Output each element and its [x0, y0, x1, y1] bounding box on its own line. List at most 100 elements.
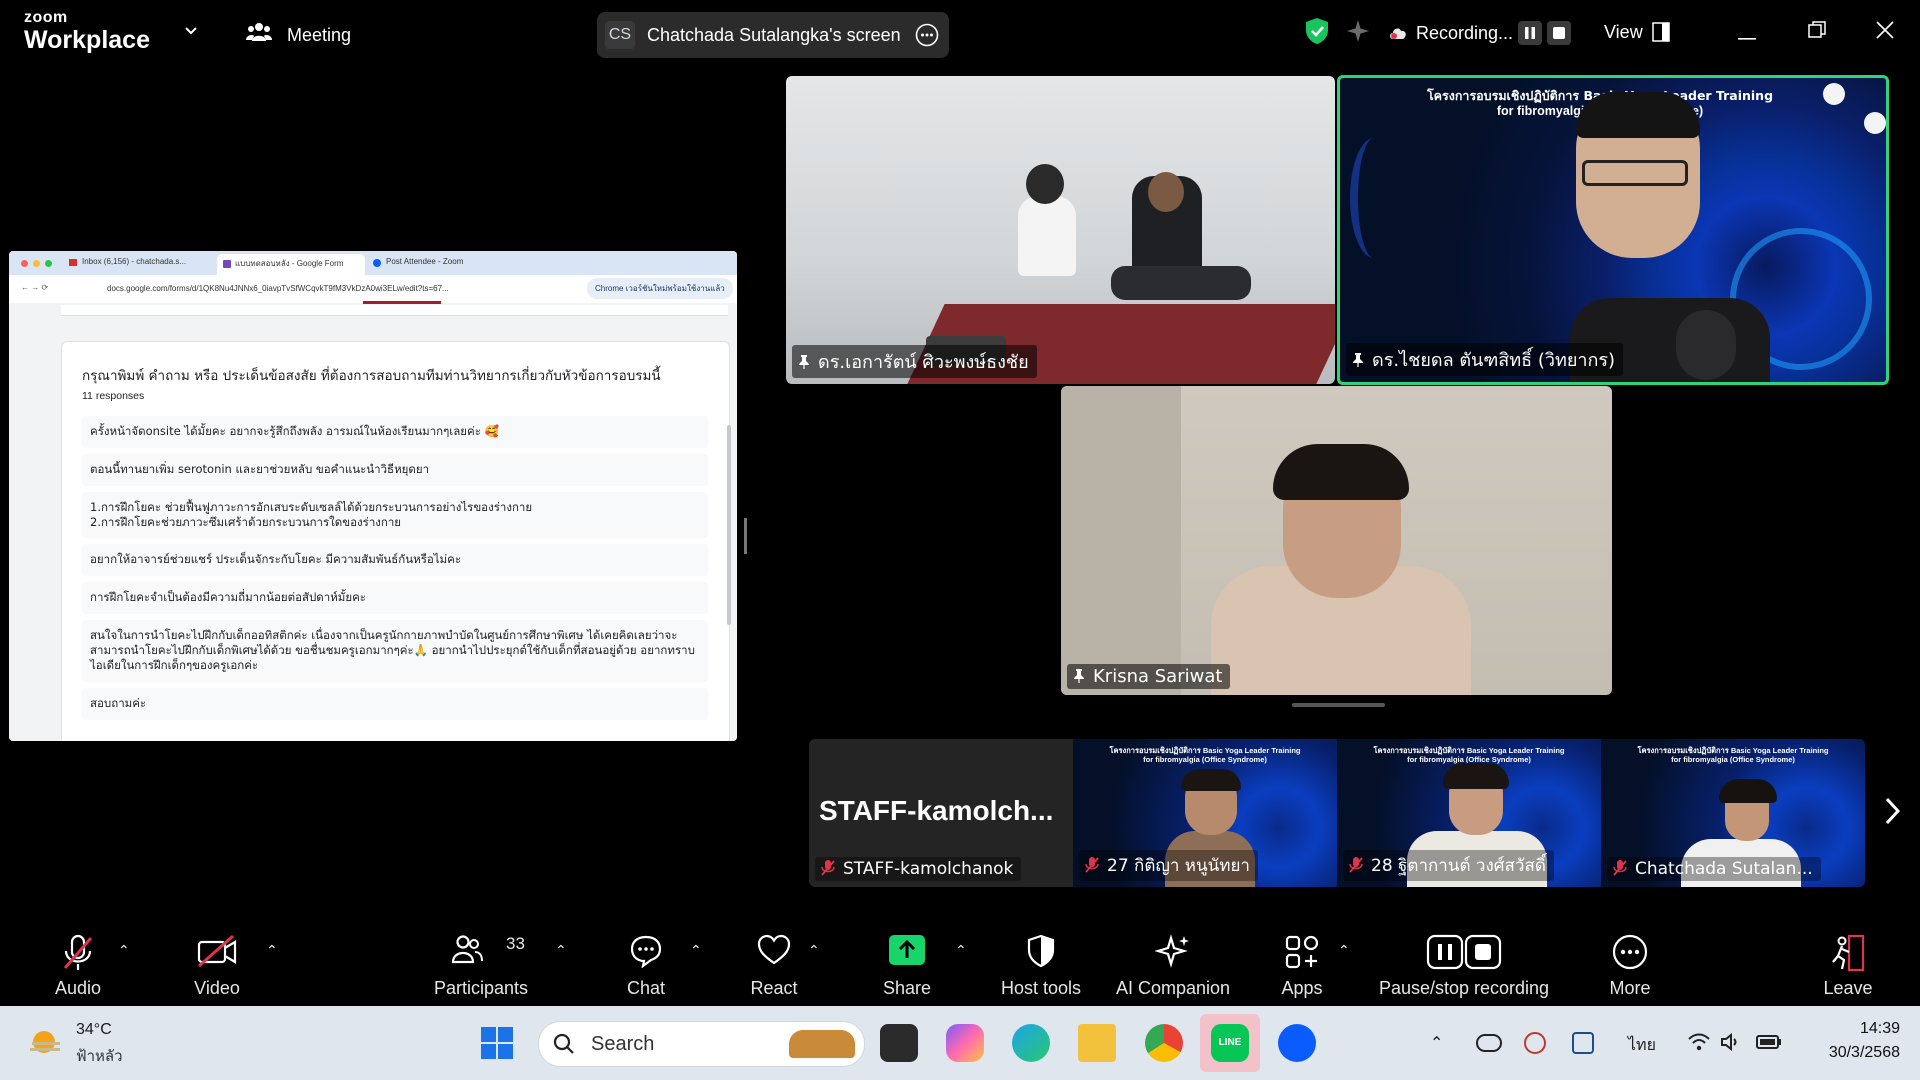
edge-browser-icon[interactable]: [1012, 1024, 1050, 1062]
participant-display-name: STAFF-kamolch...: [819, 795, 1054, 826]
react-options-caret-icon[interactable]: ⌃: [808, 942, 820, 959]
share-button[interactable]: Share: [867, 920, 947, 1006]
clock-date[interactable]: 30/3/2568: [1796, 1044, 1900, 1062]
participant-name-tag: 28 ฐิตากานต์ วงศ์สวัสดิ์: [1343, 850, 1554, 881]
video-tile-active-speaker[interactable]: โครงการอบรมเชิงปฏิบัติการ Basic Yoga Lea…: [1337, 75, 1889, 385]
close-window-icon[interactable]: [1876, 21, 1894, 44]
responses-card: กรุณาพิมพ์ คำถาม หรือ ประเด็นข้อสงสัย ที…: [61, 341, 730, 741]
gallery-tile-chatchada[interactable]: โครงการอบรมเชิงปฏิบัติการ Basic Yoga Lea…: [1601, 739, 1865, 887]
react-button[interactable]: React: [734, 920, 814, 1006]
gallery-tile-participant-27[interactable]: โครงการอบรมเชิงปฏิบัติการ Basic Yoga Lea…: [1073, 739, 1337, 887]
shared-screen[interactable]: Inbox (6,156) - chatchada.s... แบบทดสอบห…: [9, 251, 737, 741]
chat-button[interactable]: Chat: [606, 920, 686, 1006]
ai-sparkle-icon[interactable]: [1345, 18, 1371, 49]
split-resize-handle[interactable]: [744, 518, 747, 554]
participants-button[interactable]: 33 Participants: [428, 920, 534, 1006]
chat-options-caret-icon[interactable]: ⌃: [690, 942, 702, 959]
volume-speaker-icon[interactable]: [1720, 1032, 1742, 1057]
participants-options-caret-icon[interactable]: ⌃: [555, 942, 567, 959]
start-windows-icon[interactable]: [480, 1026, 514, 1065]
response-item: ตอนนี้ทานยาเพิ่ม serotonin และยาช่วยหลับ…: [82, 454, 708, 486]
leave-exit-icon: [1832, 934, 1865, 972]
share-options-caret-icon[interactable]: ⌃: [955, 942, 967, 959]
line-app-icon: LINE: [1211, 1024, 1249, 1062]
weather-temperature[interactable]: 34°C: [76, 1021, 112, 1039]
minimize-window-icon[interactable]: [1738, 28, 1756, 46]
gallery-tile-participant-28[interactable]: โครงการอบรมเชิงปฏิบัติการ Basic Yoga Lea…: [1337, 739, 1601, 887]
zoom-favicon-icon: [373, 259, 381, 267]
clock-time[interactable]: 14:39: [1796, 1020, 1900, 1038]
weather-condition[interactable]: ฟ้าหลัว: [76, 1044, 123, 1068]
video-options-caret-icon[interactable]: ⌃: [266, 942, 278, 959]
gallery-resize-handle[interactable]: [1292, 703, 1385, 707]
file-explorer-icon[interactable]: [1078, 1024, 1116, 1062]
response-item: อยากให้อาจารย์ช่วยแชร์ ประเด็นจักระกับโย…: [82, 544, 708, 576]
more-button[interactable]: More: [1590, 920, 1670, 1006]
audio-button[interactable]: Audio: [37, 920, 119, 1006]
audio-options-caret-icon[interactable]: ⌃: [118, 942, 130, 959]
figure-head: [1148, 172, 1184, 212]
copilot-icon[interactable]: [946, 1024, 984, 1062]
browser-tab[interactable]: Post Attendee - Zoom: [373, 255, 513, 273]
scrollbar[interactable]: [727, 425, 731, 625]
nav-arrows-icon: ← → ⟳: [21, 283, 49, 292]
video-tile-instructor-studio[interactable]: ดร.เอการัตน์ ศิวะพงษ์ธงชัย: [786, 76, 1335, 384]
sync-icon[interactable]: [1524, 1032, 1546, 1054]
input-tools-icon[interactable]: [1572, 1032, 1594, 1054]
host-tools-button[interactable]: Host tools: [990, 920, 1092, 1006]
zoom-dot-icon: [45, 260, 52, 267]
more-options-icon[interactable]: [915, 23, 939, 52]
participant-name: 27 กิติญา หนูนัทยา: [1107, 856, 1250, 876]
encryption-shield-icon[interactable]: [1304, 17, 1330, 50]
wifi-icon[interactable]: [1688, 1032, 1710, 1057]
apps-options-caret-icon[interactable]: ⌃: [1338, 942, 1350, 959]
onedrive-cloud-icon[interactable]: [1476, 1034, 1502, 1052]
person-hair: [1719, 779, 1777, 803]
tab-label: Inbox (6,156) - chatchada.s...: [82, 257, 187, 266]
gallery-next-icon[interactable]: [1884, 797, 1901, 830]
task-view-icon[interactable]: [880, 1024, 918, 1062]
stop-recording-button[interactable]: [1547, 21, 1571, 45]
meeting-controls-toolbar: Audio ⌃ Video ⌃ 33 Participants ⌃ Chat ⌃…: [0, 920, 1920, 1006]
pause-stop-recording-button[interactable]: Pause/stop recording: [1372, 920, 1556, 1006]
video-tile-krisna[interactable]: Krisna Sariwat: [1061, 386, 1612, 695]
share-screen-icon: [889, 935, 925, 965]
participant-name: 28 ฐิตากานต์ วงศ์สวัสดิ์: [1371, 856, 1546, 876]
chevron-down-icon[interactable]: [183, 22, 199, 43]
apps-grid-icon: [1285, 935, 1319, 969]
video-button[interactable]: Video: [177, 920, 257, 1006]
browser-tab-active[interactable]: แบบทดสอบหลัง - Google Form: [217, 254, 365, 275]
recording-cloud-icon: [1388, 26, 1408, 45]
battery-icon[interactable]: [1756, 1034, 1782, 1055]
restore-window-icon[interactable]: [1808, 21, 1826, 44]
gallery-tile-staff[interactable]: STAFF-kamolch... STAFF-kamolchanok: [809, 739, 1073, 887]
browser-tab[interactable]: Inbox (6,156) - chatchada.s...: [69, 255, 213, 273]
apps-button[interactable]: Apps: [1262, 920, 1342, 1006]
pause-stop-recording-icon: [1426, 934, 1502, 970]
participant-name-tag: ดร.เอการัตน์ ศิวะพงษ์ธงชัย: [792, 345, 1037, 378]
video-label: Video: [194, 978, 240, 998]
muted-mic-icon: [63, 934, 93, 970]
chrome-update-pill[interactable]: Chrome เวอร์ชันใหม่พร้อมใช้งานแล้ว: [587, 278, 733, 299]
line-app-active[interactable]: LINE: [1200, 1014, 1260, 1072]
banner-line-2: for fibromyalgia (Office Syndrome): [1143, 755, 1267, 764]
zoom-app-icon[interactable]: [1278, 1024, 1316, 1062]
ai-companion-button[interactable]: AI Companion: [1110, 920, 1236, 1006]
response-count: 11 responses: [82, 390, 145, 402]
participant-name: ดร.เอการัตน์ ศิวะพงษ์ธงชัย: [818, 352, 1029, 373]
screen-share-indicator[interactable]: CS Chatchada Sutalangka's screen: [597, 12, 949, 58]
taskbar-search-input[interactable]: Search: [538, 1021, 865, 1067]
chrome-browser-icon[interactable]: [1145, 1024, 1183, 1062]
pause-recording-button[interactable]: [1518, 21, 1542, 45]
browser-address-bar[interactable]: ← → ⟳ docs.google.com/forms/d/1QK8Nu4JNN…: [9, 275, 737, 304]
weather-sun-icon[interactable]: [28, 1028, 64, 1063]
host-tools-label: Host tools: [1000, 978, 1082, 998]
search-highlight-icon: [789, 1030, 855, 1058]
audio-label: Audio: [54, 978, 102, 998]
logo-small-text: zoom: [24, 9, 68, 26]
input-language[interactable]: ไทย: [1628, 1033, 1656, 1058]
leave-button[interactable]: Leave: [1808, 920, 1888, 1006]
participant-name: Chatchada Sutalan...: [1635, 859, 1813, 879]
tray-overflow-caret-icon[interactable]: ⌃: [1430, 1033, 1443, 1053]
close-dot-icon: [21, 260, 28, 267]
